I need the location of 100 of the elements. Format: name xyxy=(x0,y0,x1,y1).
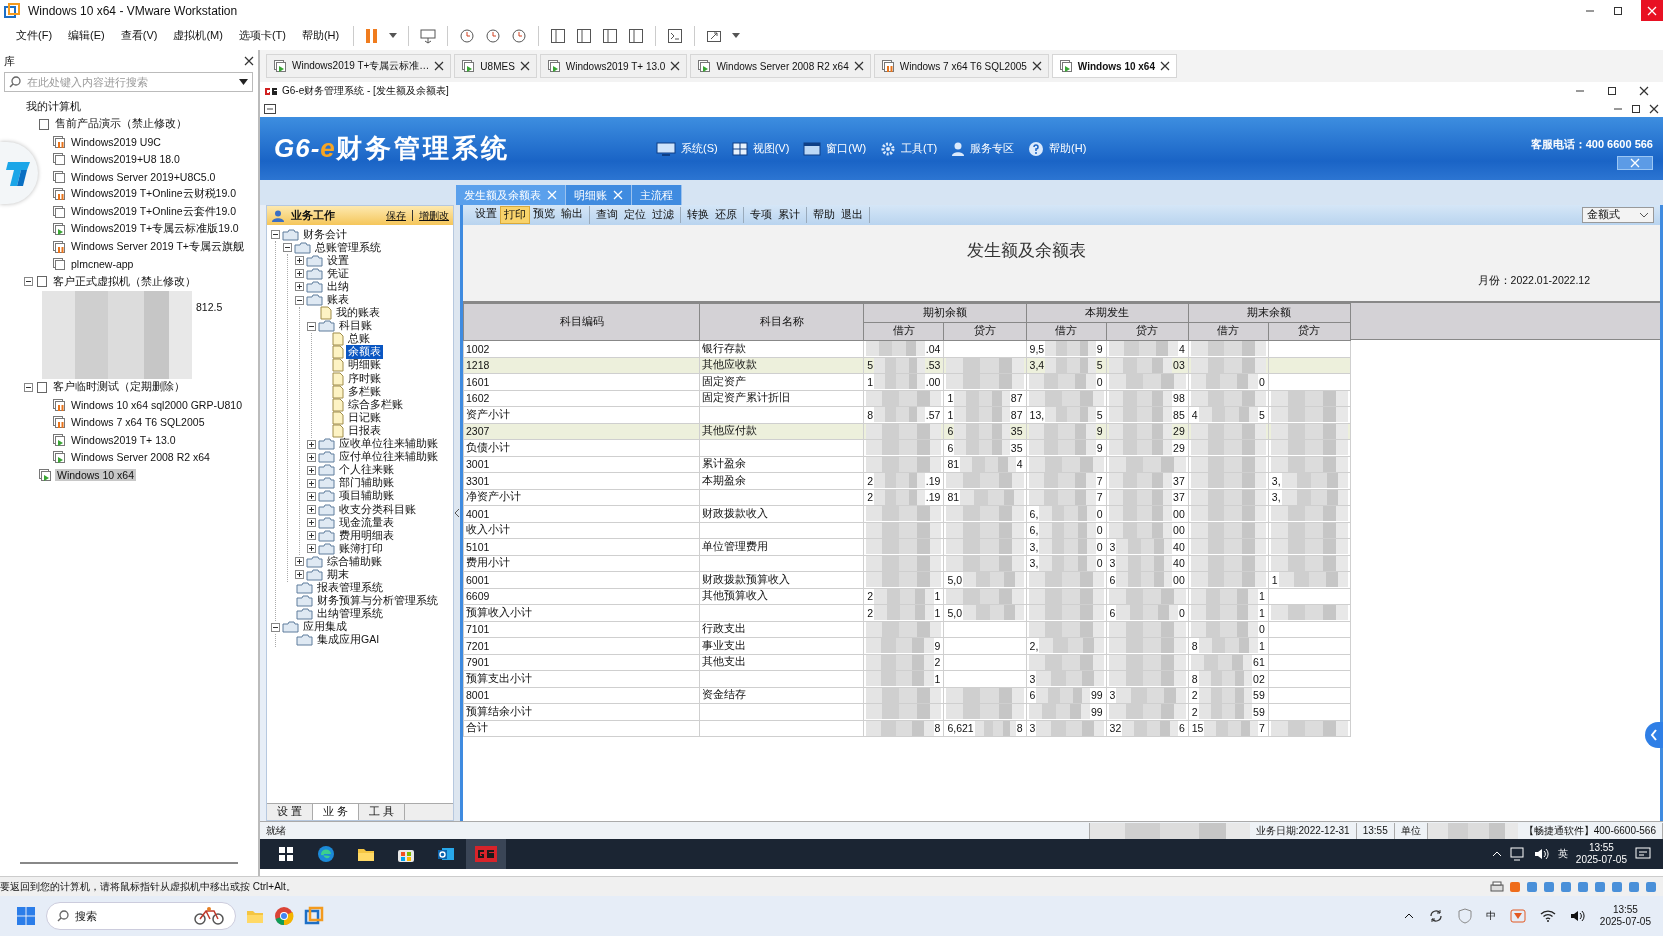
tree-item[interactable]: 凭证 xyxy=(325,266,351,281)
menu-item[interactable]: 服务专区 xyxy=(951,140,1015,157)
tree-item[interactable]: 客户正式虚拟机（禁止修改） xyxy=(51,274,198,289)
scrollbar[interactable] xyxy=(20,861,238,864)
tree-item[interactable]: 售前产品演示（禁止修改） xyxy=(53,117,189,132)
tree-item[interactable]: 812.5 xyxy=(194,300,225,313)
caret-icon[interactable] xyxy=(732,33,741,38)
table-row[interactable]: 3001 累计盈余 81 4 xyxy=(463,456,1351,473)
tree-item[interactable]: 科目账 xyxy=(337,319,374,334)
maximize-icon[interactable] xyxy=(1613,5,1623,16)
close-icon[interactable] xyxy=(434,61,445,71)
tree-item[interactable]: plmcnew-app xyxy=(69,258,136,271)
link[interactable]: 增删改 xyxy=(419,208,449,223)
tree-item[interactable]: 明细账 xyxy=(346,358,383,373)
toolbar-button[interactable]: 帮助 xyxy=(810,207,838,223)
sync-icon[interactable] xyxy=(1427,908,1444,924)
close-button[interactable] xyxy=(1617,156,1653,170)
collapse-icon[interactable] xyxy=(271,230,280,240)
tree-item[interactable]: 报表管理系统 xyxy=(315,581,385,596)
expand-icon[interactable] xyxy=(307,531,316,541)
tab[interactable]: 工 具 xyxy=(359,804,405,820)
table-row[interactable]: 7901 其他支出 2 61 xyxy=(463,654,1351,671)
volume-icon[interactable] xyxy=(1533,847,1550,861)
table-row[interactable]: 6001 财政拨款预算收入 5,0 6 00 1 xyxy=(463,571,1351,588)
expand-icon[interactable] xyxy=(307,439,316,449)
search-field[interactable]: 搜索 xyxy=(46,902,236,930)
toolbar-button[interactable]: 累计 xyxy=(775,207,803,223)
tab[interactable]: 业 务 xyxy=(313,804,359,820)
expand-icon[interactable] xyxy=(307,491,316,501)
tree-item[interactable]: 收支分类科目账 xyxy=(337,502,418,517)
tree-item[interactable]: Windows2019 T+ 13.0 xyxy=(69,433,178,446)
menu-item[interactable]: 视图(V) xyxy=(731,140,790,157)
device-icon[interactable] xyxy=(1645,880,1657,893)
window-icon[interactable] xyxy=(264,103,276,114)
vm-tab[interactable]: U8MES xyxy=(454,54,537,78)
notification-icon[interactable] xyxy=(1635,847,1651,861)
clock-date[interactable]: 2025-07-05 xyxy=(1599,916,1651,928)
menu-item[interactable]: 工具(T) xyxy=(880,140,938,157)
close-button[interactable] xyxy=(1641,0,1663,21)
close-icon[interactable] xyxy=(244,56,254,66)
expand-icon[interactable] xyxy=(307,518,316,528)
device-icon[interactable] xyxy=(1577,880,1589,893)
vm-tab[interactable]: Windows 7 x64 T6 SQL2005 xyxy=(873,54,1049,78)
expand-icon[interactable] xyxy=(307,465,316,475)
device-icon[interactable] xyxy=(1611,880,1623,893)
table-row[interactable]: 预算支出小计 1 3 8 02 xyxy=(463,670,1351,687)
table-row[interactable]: 6609 其他预算收入 2 1 1 xyxy=(463,588,1351,605)
tree-item[interactable]: 日记账 xyxy=(346,410,383,425)
tree-item[interactable]: 现金流量表 xyxy=(337,515,396,530)
menu-item[interactable]: 窗口(W) xyxy=(803,140,867,157)
tree-item[interactable]: 余额表 xyxy=(346,345,383,360)
toolbar-button[interactable]: 专项 xyxy=(747,207,775,223)
device-icon[interactable] xyxy=(1526,880,1538,893)
collapse-icon[interactable] xyxy=(271,622,280,632)
table-row[interactable]: 7201 事业支出 9 2, 8 1 xyxy=(463,637,1351,654)
layout-icon[interactable] xyxy=(602,27,619,44)
start-icon[interactable] xyxy=(16,906,36,926)
menu-item[interactable]: 帮助(H) xyxy=(293,28,348,43)
table-row[interactable]: 8001 资金结存 6 99 3 2 59 xyxy=(463,687,1351,704)
tree-item[interactable]: Windows 10 x64 xyxy=(55,468,137,481)
tree-item[interactable]: 我的账表 xyxy=(334,306,382,321)
tree-item[interactable]: 综合多栏账 xyxy=(346,397,405,412)
expand-icon[interactable] xyxy=(295,570,304,580)
device-icon[interactable] xyxy=(1490,880,1504,893)
collapse-icon[interactable] xyxy=(283,243,292,253)
tree-item[interactable]: 总账管理系统 xyxy=(313,240,383,255)
table-row[interactable]: 2307 其他应付款 6 35 9 29 xyxy=(463,423,1351,440)
tree-item[interactable]: 个人往来账 xyxy=(337,463,396,478)
collapse-icon[interactable] xyxy=(307,321,316,331)
tree-item[interactable]: 部门辅助账 xyxy=(337,476,396,491)
tree-item[interactable]: 序时账 xyxy=(346,371,383,386)
menu-item[interactable]: 帮助(H) xyxy=(1028,140,1087,157)
expand-icon[interactable] xyxy=(307,505,316,514)
table-row[interactable]: 收入小计 6, 0 00 xyxy=(463,522,1351,539)
terminal-icon[interactable] xyxy=(667,27,684,44)
network-icon[interactable] xyxy=(1509,847,1526,861)
menu-item[interactable]: 选项卡(T) xyxy=(230,28,294,43)
table-row[interactable]: 负债小计 6 35 9 29 xyxy=(463,439,1351,456)
tree-item[interactable]: 财务预算与分析管理系统 xyxy=(315,594,440,609)
browser-icon[interactable] xyxy=(274,906,294,926)
tree-item[interactable]: Windows Server 2019 T+专属云旗舰 xyxy=(69,239,246,254)
collapse-icon[interactable] xyxy=(24,277,33,287)
table-row[interactable]: 预算结余小计 99 2 59 xyxy=(463,703,1351,720)
pause-icon[interactable] xyxy=(365,27,380,44)
tree-item[interactable]: 日报表 xyxy=(346,423,383,438)
clock-icon[interactable] xyxy=(511,27,528,44)
tree-item[interactable]: 设置 xyxy=(325,253,351,268)
menu-item[interactable]: 文件(F) xyxy=(8,28,61,43)
table-row[interactable]: 1218 其他应收款 5 .53 3,4 5 03 xyxy=(463,357,1351,374)
close-icon[interactable] xyxy=(519,61,530,71)
menu-item[interactable]: 系统(S) xyxy=(656,140,718,157)
table-row[interactable]: 3301 本期盈余 2 .19 7 37 3, xyxy=(463,472,1351,489)
tree-item[interactable]: Windows2019 T+Online云财税19.0 xyxy=(69,187,238,202)
volume-icon[interactable] xyxy=(1569,909,1586,923)
close-icon[interactable] xyxy=(1031,61,1042,71)
expand-icon[interactable] xyxy=(307,452,316,462)
device-icon[interactable] xyxy=(1560,880,1572,893)
tree-item[interactable]: 出纳管理系统 xyxy=(315,607,385,622)
tree-item[interactable]: 账簿打印 xyxy=(337,541,385,556)
toolbar-button[interactable]: 转换 xyxy=(684,207,712,223)
